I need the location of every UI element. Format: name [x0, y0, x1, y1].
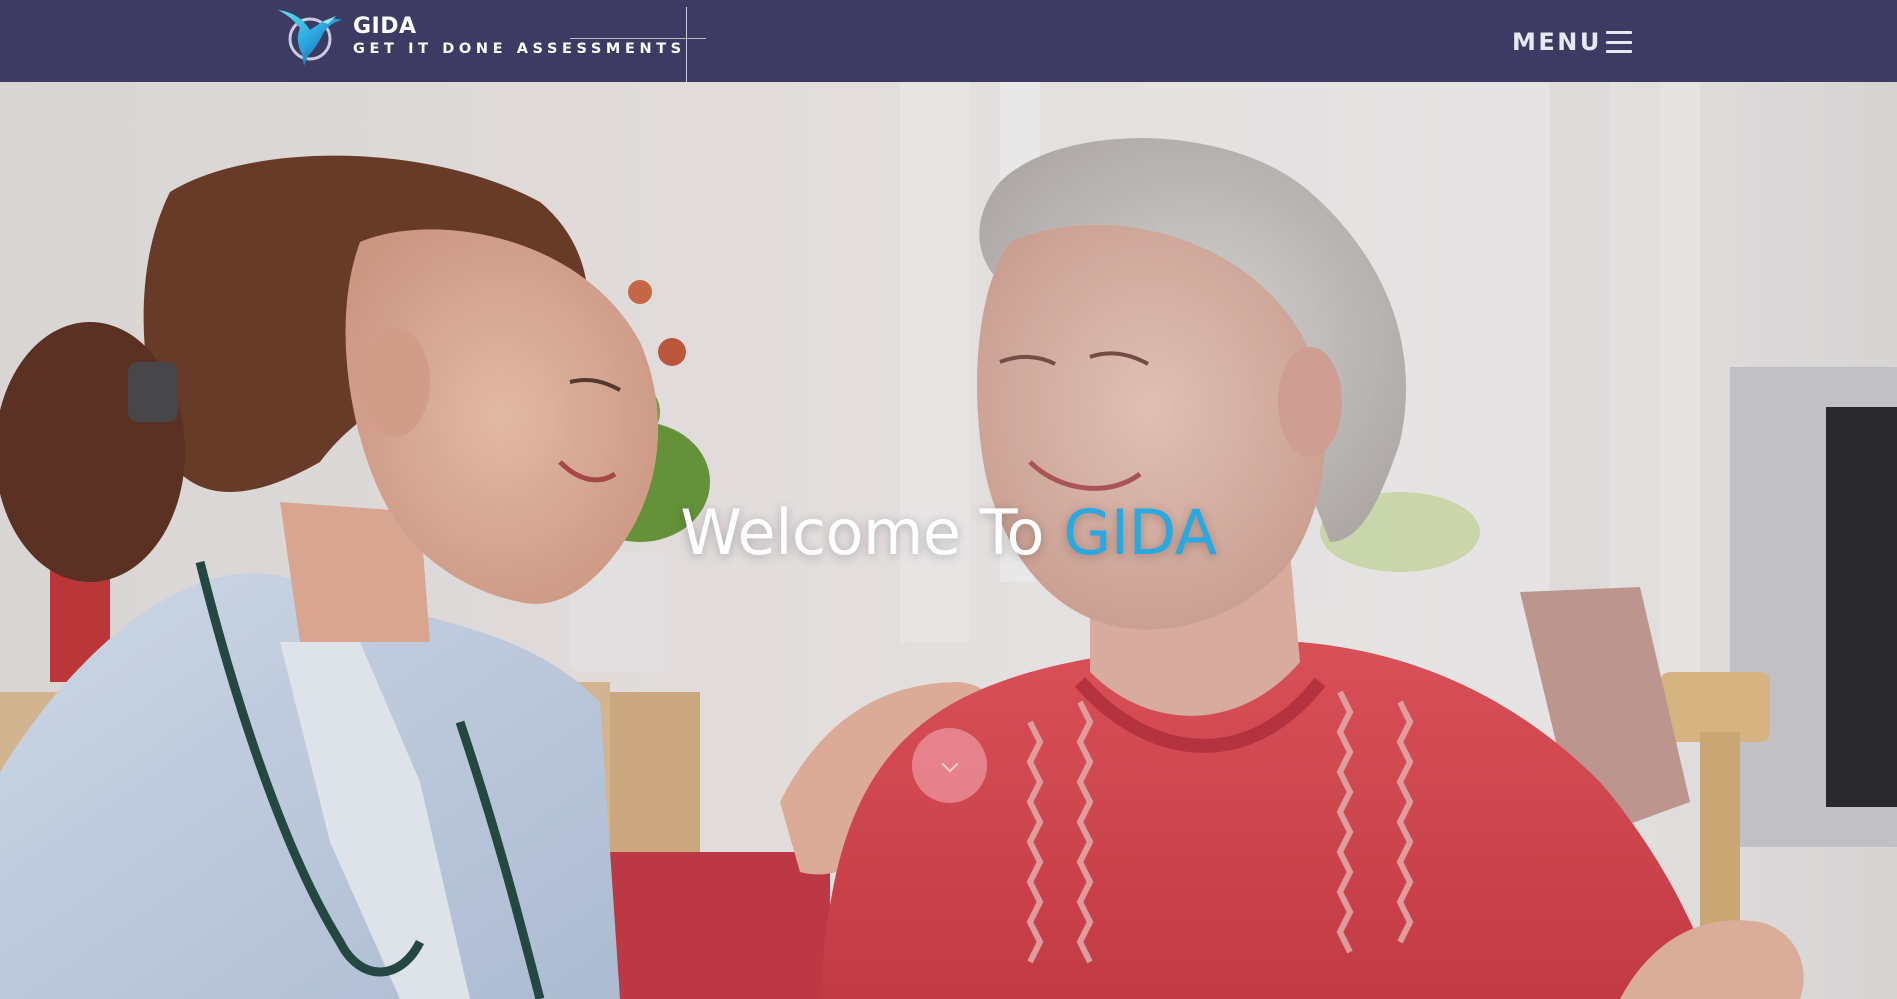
menu-label: MENU — [1512, 28, 1602, 56]
brand-logo-link[interactable]: GIDA GET IT DONE ASSESSMENTS — [276, 4, 681, 80]
scroll-down-icon — [941, 755, 958, 772]
brand-text: GIDA GET IT DONE ASSESSMENTS — [353, 15, 686, 58]
hamburger-menu-icon — [1605, 31, 1632, 53]
hummingbird-logo-icon — [276, 4, 356, 72]
site-header: GIDA GET IT DONE ASSESSMENTS MENU — [0, 0, 1897, 82]
scroll-down-button[interactable] — [912, 728, 987, 803]
brand-name: GIDA — [353, 14, 417, 39]
hero-title-prefix: Welcome To — [680, 495, 1064, 569]
hero-section: Welcome To GIDA — [0, 82, 1897, 999]
decorative-vertical-line — [686, 7, 687, 82]
hero-title-accent: GIDA — [1063, 495, 1217, 569]
hero-title: Welcome To GIDA — [0, 496, 1897, 569]
brand-tagline: GET IT DONE ASSESSMENTS — [353, 41, 686, 57]
menu-button[interactable]: MENU — [1512, 26, 1632, 58]
